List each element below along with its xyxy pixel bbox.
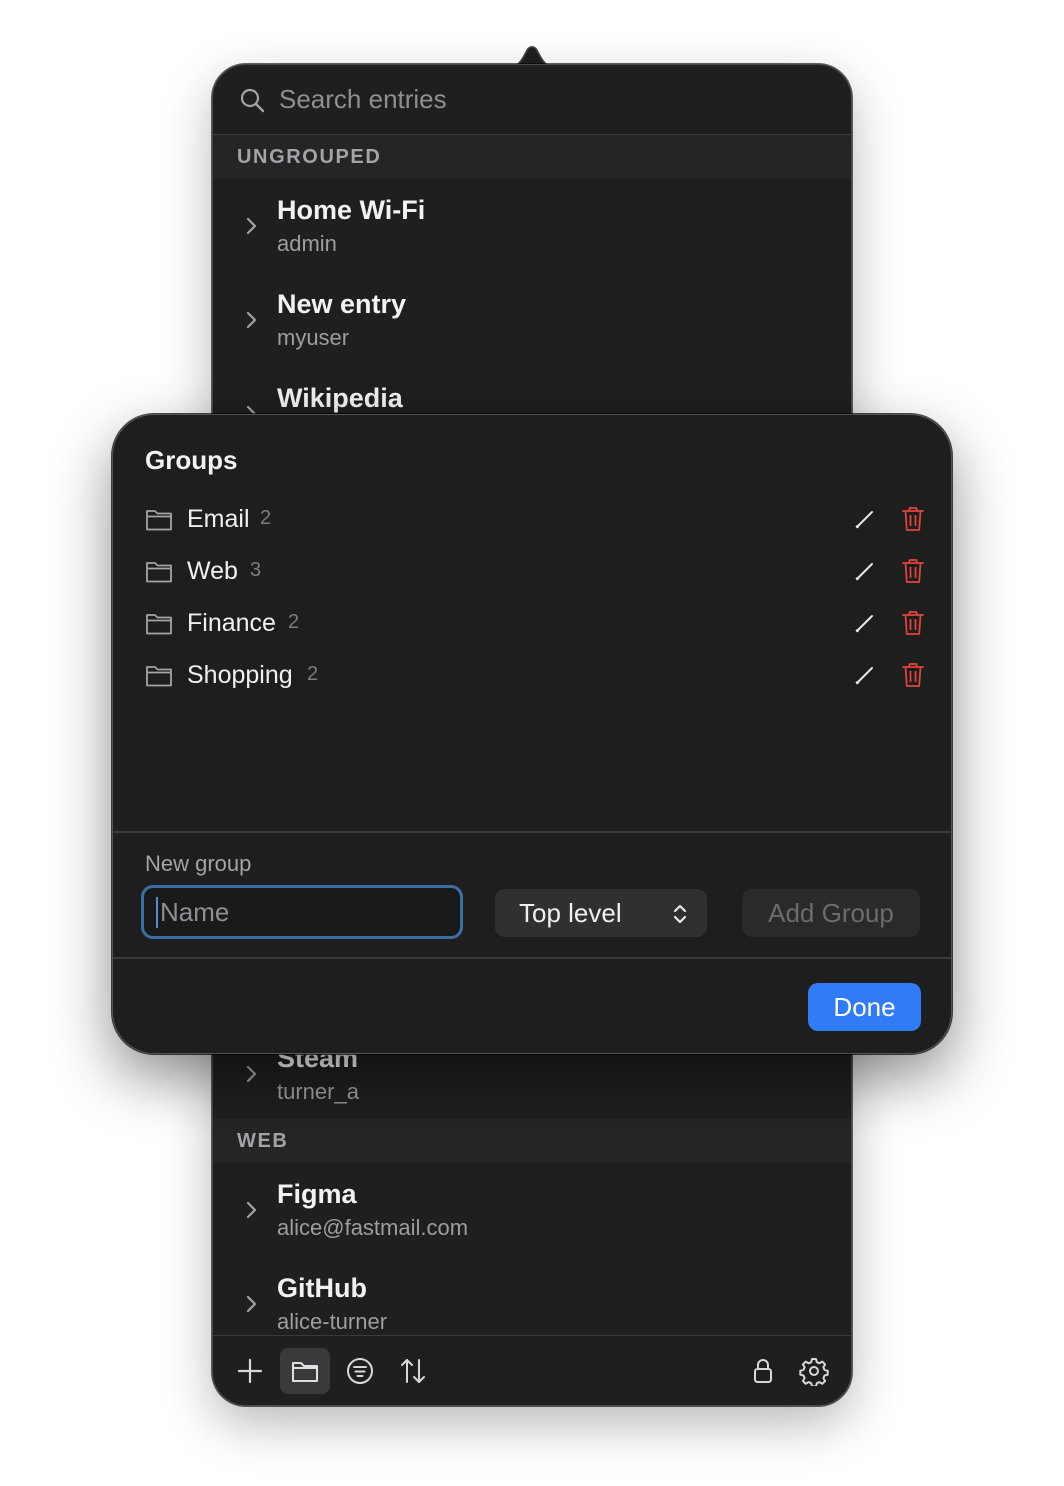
chevron-right-icon[interactable] xyxy=(243,215,259,237)
chevron-right-icon[interactable] xyxy=(243,1063,259,1085)
pencil-icon[interactable] xyxy=(853,663,877,687)
entry-row[interactable]: Home Wi-Fi admin xyxy=(213,179,851,273)
entry-title: Wikipedia xyxy=(277,383,403,413)
group-name-field[interactable] xyxy=(141,885,463,939)
entry-username: alice@fastmail.com xyxy=(277,1215,469,1240)
trash-icon[interactable] xyxy=(901,505,925,533)
group-count: 2 xyxy=(288,611,300,633)
group-name-input[interactable] xyxy=(156,896,448,928)
sort-icon xyxy=(401,1359,425,1383)
plus-icon xyxy=(237,1358,263,1384)
group-name: Finance xyxy=(187,609,276,637)
group-name: Web xyxy=(187,557,238,585)
group-row[interactable]: Web 3 xyxy=(113,547,951,599)
settings-button[interactable] xyxy=(789,1348,839,1394)
section-header-ungrouped: UNGROUPED xyxy=(213,135,851,179)
chevron-right-icon[interactable] xyxy=(243,1293,259,1315)
folder-icon xyxy=(292,1362,318,1382)
trash-icon[interactable] xyxy=(901,609,925,637)
chevron-up-down-icon xyxy=(673,904,687,924)
group-row[interactable]: Email 2 xyxy=(113,495,951,547)
groups-button[interactable] xyxy=(280,1348,330,1394)
filter-icon xyxy=(347,1358,373,1384)
stage: UNGROUPED Home Wi-Fi admin New entry myu… xyxy=(0,0,1064,1486)
entry-title: GitHub xyxy=(277,1273,367,1303)
section-header-web: WEB xyxy=(213,1119,851,1163)
pencil-icon[interactable] xyxy=(853,559,877,583)
folder-icon xyxy=(146,666,172,687)
entry-title: Figma xyxy=(277,1179,357,1209)
entry-row[interactable]: Figma alice@fastmail.com xyxy=(213,1163,851,1257)
pencil-icon[interactable] xyxy=(853,611,877,635)
folder-icon xyxy=(146,614,172,635)
new-group-label: New group xyxy=(145,851,252,876)
group-count: 2 xyxy=(307,663,319,685)
search-bar xyxy=(213,65,851,135)
sort-button[interactable] xyxy=(388,1348,438,1394)
entry-username: myuser xyxy=(277,325,350,350)
chevron-right-icon[interactable] xyxy=(243,309,259,331)
add-group-button[interactable]: Add Group xyxy=(742,889,920,937)
trash-icon[interactable] xyxy=(901,661,925,689)
group-count: 2 xyxy=(260,507,272,529)
folder-icon xyxy=(146,562,172,583)
gear-icon xyxy=(799,1358,829,1386)
group-row[interactable]: Shopping 2 xyxy=(113,651,951,703)
entry-username: admin xyxy=(277,231,337,256)
entry-title: New entry xyxy=(277,289,407,319)
folder-icon xyxy=(146,510,172,531)
parent-group-select[interactable]: Top level xyxy=(495,889,707,937)
group-count: 3 xyxy=(250,559,262,581)
add-entry-button[interactable] xyxy=(225,1348,275,1394)
lock-button[interactable] xyxy=(738,1348,788,1394)
entry-row[interactable]: New entry myuser xyxy=(213,273,851,367)
entry-username: alice-turner xyxy=(277,1309,388,1334)
divider xyxy=(113,831,951,833)
search-icon xyxy=(240,88,265,112)
group-row[interactable]: Finance 2 xyxy=(113,599,951,651)
filter-button[interactable] xyxy=(335,1348,385,1394)
entry-username: turner_a xyxy=(277,1079,359,1104)
trash-icon[interactable] xyxy=(901,557,925,585)
groups-sheet: Groups Email 2 Web 3 Finance 2 Shopping … xyxy=(112,414,952,1054)
divider xyxy=(113,957,951,959)
chevron-right-icon[interactable] xyxy=(243,1199,259,1221)
pencil-icon[interactable] xyxy=(853,507,877,531)
sheet-title: Groups xyxy=(145,445,238,475)
done-button[interactable]: Done xyxy=(808,983,921,1031)
search-input[interactable] xyxy=(279,84,779,115)
bottom-toolbar xyxy=(213,1335,851,1405)
entry-title: Home Wi-Fi xyxy=(277,195,426,225)
group-name: Shopping xyxy=(187,661,293,689)
lock-icon xyxy=(754,1359,772,1383)
group-name: Email xyxy=(187,505,250,533)
parent-group-value: Top level xyxy=(519,897,622,928)
